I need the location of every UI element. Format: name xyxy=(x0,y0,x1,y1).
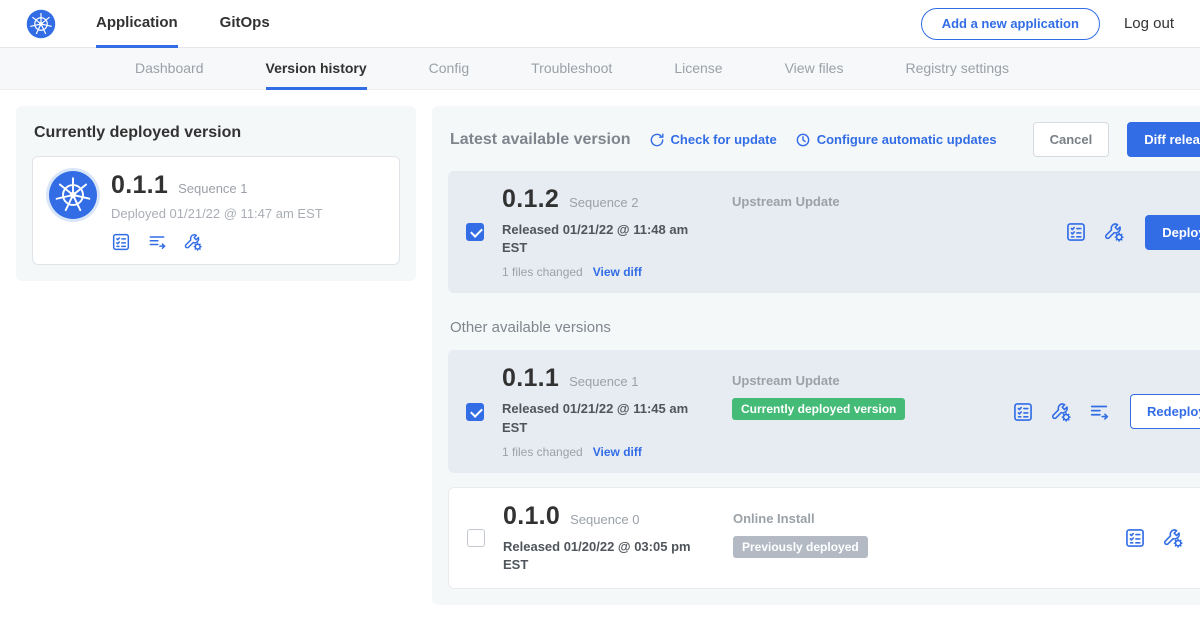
version-number: 0.1.1 xyxy=(502,364,559,393)
version-actions xyxy=(1124,527,1200,549)
subnav-tab-config[interactable]: Config xyxy=(429,48,469,90)
release-notes-icon[interactable] xyxy=(1012,401,1034,423)
configure-automatic-updates-label: Configure automatic updates xyxy=(817,132,997,147)
edit-config-icon[interactable] xyxy=(1103,221,1125,243)
deployed-version-info: 0.1.1 Sequence 1 Deployed 01/21/22 @ 11:… xyxy=(111,171,323,252)
version-actions: Redeploy xyxy=(1012,394,1200,429)
deployed-timestamp: Deployed 01/21/22 @ 11:47 am EST xyxy=(111,206,323,221)
released-timestamp: Released 01/21/22 @ 11:48 am EST xyxy=(502,221,702,257)
main-content: Currently deployed version xyxy=(0,90,1200,621)
updates-header: Latest available version Check for updat… xyxy=(448,122,1200,157)
currently-deployed-badge: Currently deployed version xyxy=(732,398,905,420)
cancel-button[interactable]: Cancel xyxy=(1033,122,1110,157)
edit-config-icon[interactable] xyxy=(1050,401,1072,423)
subnav-tab-version-history[interactable]: Version history xyxy=(266,48,367,90)
version-number: 0.1.2 xyxy=(502,185,559,214)
sequence-label: Sequence 2 xyxy=(569,195,638,210)
version-source: Upstream Update Currently deployed versi… xyxy=(732,364,994,458)
deployed-version-card: 0.1.1 Sequence 1 Deployed 01/21/22 @ 11:… xyxy=(32,156,400,265)
source-label: Upstream Update xyxy=(732,194,1047,209)
subnav-tab-troubleshoot[interactable]: Troubleshoot xyxy=(531,48,612,90)
diff-icon[interactable] xyxy=(1088,401,1110,423)
version-info: 0.1.0 Sequence 0 Released 01/20/22 @ 03:… xyxy=(503,502,715,574)
version-number: 0.1.0 xyxy=(503,502,560,531)
other-versions-title: Other available versions xyxy=(450,319,1200,336)
top-navbar: Application GitOps Add a new application… xyxy=(0,0,1200,48)
release-notes-icon[interactable] xyxy=(1065,221,1087,243)
view-diff-link[interactable]: View diff xyxy=(593,265,642,279)
kubernetes-logo-icon xyxy=(26,9,56,39)
release-notes-icon[interactable] xyxy=(1124,527,1146,549)
released-timestamp: Released 01/20/22 @ 03:05 pm EST xyxy=(503,538,703,574)
tab-gitops[interactable]: GitOps xyxy=(220,0,270,48)
add-new-application-button[interactable]: Add a new application xyxy=(921,8,1100,40)
version-actions: Deploy xyxy=(1065,215,1200,250)
subnav-tab-license[interactable]: License xyxy=(674,48,722,90)
currently-deployed-panel: Currently deployed version xyxy=(16,106,416,281)
version-card-0-1-0: 0.1.0 Sequence 0 Released 01/20/22 @ 03:… xyxy=(448,487,1200,589)
source-label: Upstream Update xyxy=(732,373,994,388)
redeploy-button[interactable]: Redeploy xyxy=(1130,394,1200,429)
version-source: Online Install Previously deployed xyxy=(733,502,1106,574)
sequence-label: Sequence 0 xyxy=(570,512,639,527)
version-card-0-1-2: 0.1.2 Sequence 2 Released 01/21/22 @ 11:… xyxy=(448,171,1200,293)
check-for-update-link[interactable]: Check for update xyxy=(649,132,777,148)
previously-deployed-badge: Previously deployed xyxy=(733,536,868,558)
subnav-tab-dashboard[interactable]: Dashboard xyxy=(135,48,204,90)
view-diff-link[interactable]: View diff xyxy=(593,445,642,459)
diff-icon[interactable] xyxy=(147,232,167,252)
deployed-version-number: 0.1.1 xyxy=(111,171,168,200)
deployed-sequence-label: Sequence 1 xyxy=(178,181,247,196)
version-history-panel: Latest available version Check for updat… xyxy=(432,106,1200,605)
files-changed-label: 1 files changed xyxy=(502,265,583,279)
subnav-tab-view-files[interactable]: View files xyxy=(785,48,844,90)
configure-automatic-updates-link[interactable]: Configure automatic updates xyxy=(795,132,997,148)
version-checkbox[interactable] xyxy=(466,403,484,421)
tab-application[interactable]: Application xyxy=(96,0,178,48)
app-logo-icon xyxy=(49,171,97,219)
clock-icon xyxy=(795,132,811,148)
version-info: 0.1.1 Sequence 1 Released 01/21/22 @ 11:… xyxy=(502,364,714,458)
deploy-button[interactable]: Deploy xyxy=(1145,215,1200,250)
source-label: Online Install xyxy=(733,511,1106,526)
release-notes-icon[interactable] xyxy=(111,232,131,252)
version-card-0-1-1: 0.1.1 Sequence 1 Released 01/21/22 @ 11:… xyxy=(448,350,1200,472)
edit-config-icon[interactable] xyxy=(183,232,203,252)
files-changed-label: 1 files changed xyxy=(502,445,583,459)
edit-config-icon[interactable] xyxy=(1162,527,1184,549)
version-checkbox[interactable] xyxy=(466,223,484,241)
sequence-label: Sequence 1 xyxy=(569,374,638,389)
topnav-tabs: Application GitOps xyxy=(96,0,312,48)
version-source: Upstream Update xyxy=(732,185,1047,279)
diff-releases-button[interactable]: Diff releases xyxy=(1127,122,1200,157)
check-for-update-label: Check for update xyxy=(671,132,777,147)
deployed-panel-title: Currently deployed version xyxy=(34,124,400,142)
logout-link[interactable]: Log out xyxy=(1124,15,1174,32)
deployed-action-icons xyxy=(111,232,323,252)
version-checkbox[interactable] xyxy=(467,529,485,547)
topnav-right: Add a new application Log out xyxy=(921,8,1174,40)
released-timestamp: Released 01/21/22 @ 11:45 am EST xyxy=(502,400,702,436)
refresh-icon xyxy=(649,132,665,148)
app-subnav: Dashboard Version history Config Trouble… xyxy=(0,48,1200,90)
latest-version-title: Latest available version xyxy=(450,131,631,149)
subnav-tab-registry-settings[interactable]: Registry settings xyxy=(905,48,1008,90)
version-info: 0.1.2 Sequence 2 Released 01/21/22 @ 11:… xyxy=(502,185,714,279)
